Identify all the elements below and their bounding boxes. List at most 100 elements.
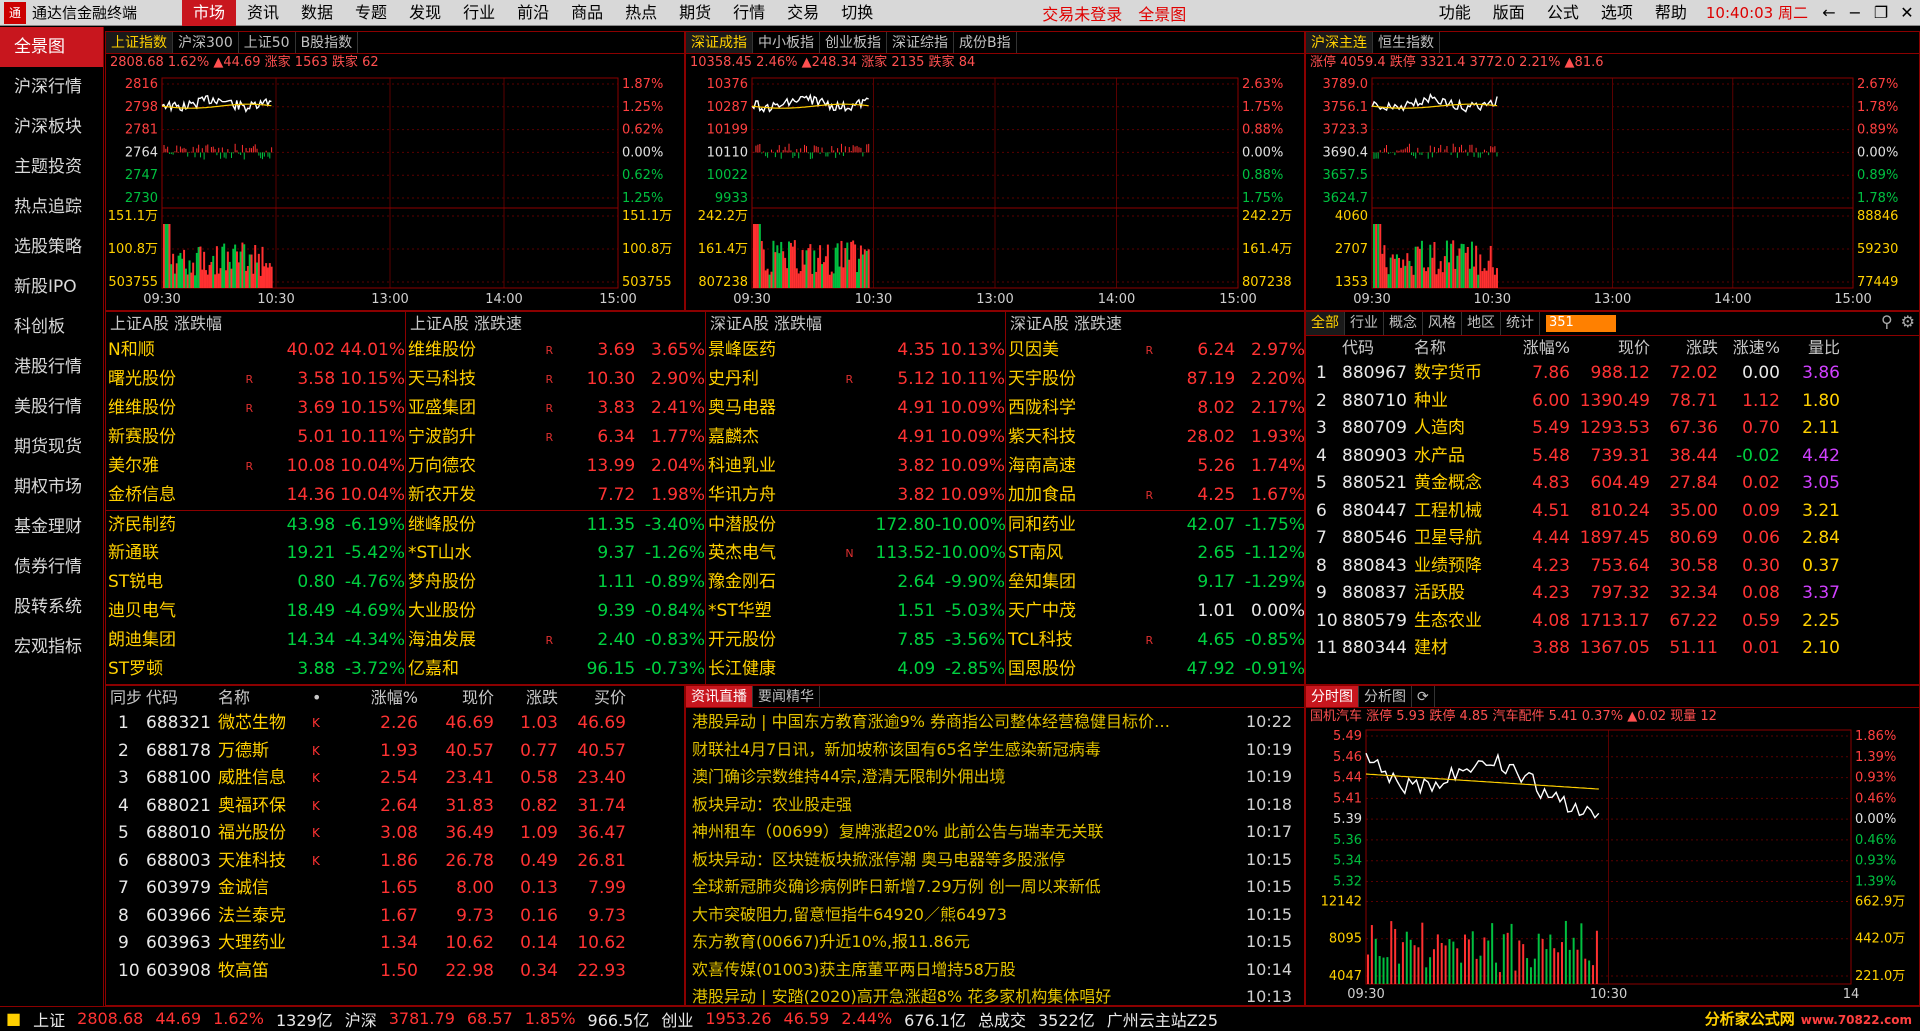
chart-tab-1[interactable]: 恒生指数 — [1373, 32, 1440, 53]
status-site[interactable]: 广州云主站Z25 — [1101, 1007, 1224, 1031]
back-icon[interactable]: ← — [1816, 3, 1842, 22]
chart-tab-3[interactable]: B股指数 — [296, 32, 359, 53]
sidebar-item-5[interactable]: 选股策略 — [0, 227, 103, 267]
sector-row[interactable]: 11 880344 建材 3.88 1367.05 51.11 0.01 2.10 — [1306, 635, 1919, 663]
stock-row[interactable]: 8 603966 法兰泰克 1.67 9.73 0.16 9.73 — [106, 903, 684, 931]
ranking-row[interactable]: 金桥信息 14.36 10.04% — [106, 481, 405, 510]
chart-tab-2[interactable]: 上证50 — [239, 32, 296, 53]
stock-name[interactable]: 维维股份 — [106, 394, 246, 423]
stock-name[interactable]: 亿嘉和 — [406, 655, 546, 684]
stock-name[interactable]: 天马科技 — [406, 365, 546, 394]
stock-header-7[interactable]: 买价 — [558, 686, 626, 710]
menu-item-1[interactable]: 资讯 — [236, 0, 290, 26]
chart-tab-3[interactable]: 深证综指 — [887, 32, 954, 53]
sidebar-item-0[interactable]: 全景图 — [0, 27, 103, 67]
ranking-row[interactable]: 海南高速 5.26 1.74% — [1006, 452, 1304, 481]
sidebar-item-15[interactable]: 宏观指标 — [0, 627, 103, 667]
stock-name[interactable]: 海油发展 — [406, 626, 546, 655]
sidebar-item-13[interactable]: 债券行情 — [0, 547, 103, 587]
news-headline[interactable]: 财联社4月7日讯，新加坡称该国有65名学生感染新冠病毒 — [686, 736, 1246, 764]
ranking-row[interactable]: 迪贝电气 18.49 -4.69% — [106, 597, 405, 626]
stock-name[interactable]: 亚盛集团 — [406, 394, 546, 423]
stock-name[interactable]: 史丹利 — [706, 365, 846, 394]
stock-name[interactable]: 长江健康 — [706, 655, 846, 684]
sector-row[interactable]: 5 880521 黄金概念 4.83 604.49 27.84 0.02 3.05 — [1306, 470, 1919, 498]
ranking-row[interactable]: 史丹利 R 5.12 10.11% — [706, 365, 1005, 394]
ranking-row[interactable]: 朗迪集团 14.34 -4.34% — [106, 626, 405, 655]
menu-item-10[interactable]: 行情 — [722, 0, 776, 26]
ranking-row[interactable]: 嘉麟杰 4.91 10.09% — [706, 423, 1005, 452]
ranking-row[interactable]: 济民制药 43.98 -6.19% — [106, 510, 405, 539]
menu-item-4[interactable]: 发现 — [398, 0, 452, 26]
mini-tab-1[interactable]: 分析图 — [1359, 686, 1412, 707]
menu-item-8[interactable]: 热点 — [614, 0, 668, 26]
sector-tab-4[interactable]: 地区 — [1462, 312, 1501, 335]
news-headline[interactable]: 东方教育(00667)升近10%,报11.86元 — [686, 928, 1246, 956]
news-item[interactable]: 大市突破阻力,留意恒指牛64920／熊64973 10:15 — [686, 901, 1304, 929]
stock-row[interactable]: 5 688010 福光股份 K 3.08 36.49 1.09 36.47 — [106, 820, 684, 848]
ranking-row[interactable]: 同和药业 42.07 -1.75% — [1006, 510, 1304, 539]
chart-tab-0[interactable]: 沪深主连 — [1306, 32, 1373, 53]
stock-name[interactable]: TCL科技 — [1006, 626, 1146, 655]
menu-item-2[interactable]: 数据 — [290, 0, 344, 26]
refresh-icon[interactable]: ⟳ — [1412, 686, 1435, 707]
sidebar-item-1[interactable]: 沪深行情 — [0, 67, 103, 107]
sidebar-item-8[interactable]: 港股行情 — [0, 347, 103, 387]
news-headline[interactable]: 神州租车（00699）复牌涨超20% 此前公告与瑞幸无关联 — [686, 818, 1246, 846]
stock-name[interactable]: 天广中茂 — [1006, 597, 1146, 626]
news-item[interactable]: 板块异动：农业股走强 10:18 — [686, 791, 1304, 819]
status-index-name[interactable]: 沪深 — [339, 1007, 383, 1031]
ranking-row[interactable]: N和顺 40.02 44.01% — [106, 336, 405, 365]
stock-name[interactable]: ST南风 — [1006, 539, 1146, 568]
ranking-row[interactable]: 维维股份 R 3.69 3.65% — [406, 336, 705, 365]
ranking-row[interactable]: 宁波韵升 R 6.34 1.77% — [406, 423, 705, 452]
sector-row[interactable]: 3 880709 人造肉 5.49 1293.53 67.36 0.70 2.11 — [1306, 415, 1919, 443]
restore-icon[interactable]: ❐ — [1868, 3, 1894, 22]
ranking-row[interactable]: ST南风 2.65 -1.12% — [1006, 539, 1304, 568]
stock-header-2[interactable]: 名称 — [218, 686, 312, 710]
stock-name[interactable]: 垒知集团 — [1006, 568, 1146, 597]
ranking-row[interactable]: 天马科技 R 10.30 2.90% — [406, 365, 705, 394]
stock-name[interactable]: 迪贝电气 — [106, 597, 246, 626]
sector-search-input[interactable]: 351 — [1546, 315, 1616, 332]
ranking-row[interactable]: 曙光股份 R 3.58 10.15% — [106, 365, 405, 394]
sector-header-2[interactable]: 名称 — [1414, 336, 1500, 360]
news-headline[interactable]: 大市突破阻力,留意恒指牛64920／熊64973 — [686, 901, 1246, 929]
ranking-row[interactable]: TCL科技 R 4.65 -0.85% — [1006, 626, 1304, 655]
stock-name[interactable]: 曙光股份 — [106, 365, 246, 394]
stock-header-4[interactable]: 涨幅% — [342, 686, 418, 710]
sector-row[interactable]: 1 880967 数字货币 7.86 988.12 72.02 0.00 3.86 — [1306, 360, 1919, 388]
ranking-row[interactable]: 开元股份 7.85 -3.56% — [706, 626, 1005, 655]
ranking-row[interactable]: 继峰股份 11.35 -3.40% — [406, 510, 705, 539]
stock-name[interactable]: 继峰股份 — [406, 511, 546, 539]
stock-name[interactable]: 国恩股份 — [1006, 655, 1146, 684]
ranking-row[interactable]: 美尔雅 R 10.08 10.04% — [106, 452, 405, 481]
chart-tab-1[interactable]: 沪深300 — [173, 32, 239, 53]
chart-tab-0[interactable]: 上证指数 — [106, 32, 173, 53]
stock-header-1[interactable]: 代码 — [146, 686, 218, 710]
stock-header-5[interactable]: 现价 — [418, 686, 494, 710]
sector-row[interactable]: 2 880710 种业 6.00 1390.49 78.71 1.12 1.80 — [1306, 388, 1919, 416]
stock-name[interactable]: 万向德农 — [406, 452, 546, 481]
sector-header-3[interactable]: 涨幅% — [1500, 336, 1570, 360]
news-headline[interactable]: 欢喜传媒(01003)获主席董平两日增持58万股 — [686, 956, 1246, 984]
stock-row[interactable]: 1 688321 微芯生物 K 2.26 46.69 1.03 46.69 — [106, 710, 684, 738]
ranking-row[interactable]: 加加食品 R 4.25 1.67% — [1006, 481, 1304, 510]
stock-name[interactable]: *ST山水 — [406, 539, 546, 568]
menu-item-5[interactable]: 行业 — [452, 0, 506, 26]
sidebar-item-2[interactable]: 沪深板块 — [0, 107, 103, 147]
news-tab-0[interactable]: 资讯直播 — [686, 686, 753, 707]
news-headline[interactable]: 板块异动：农业股走强 — [686, 791, 1246, 819]
sector-tab-2[interactable]: 概念 — [1384, 312, 1423, 335]
news-headline[interactable]: 港股异动 | 中国东方教育涨逾9% 券商指公司整体经营稳健目标价… — [686, 708, 1246, 736]
menu-item-0[interactable]: 市场 — [182, 0, 237, 26]
stock-name[interactable]: 美尔雅 — [106, 452, 246, 481]
news-item[interactable]: 东方教育(00667)升近10%,报11.86元 10:15 — [686, 928, 1304, 956]
stock-name[interactable]: 豫金刚石 — [706, 568, 846, 597]
stock-name[interactable]: 奥马电器 — [706, 394, 846, 423]
stock-name[interactable]: 同和药业 — [1006, 511, 1146, 539]
sidebar-item-7[interactable]: 科创板 — [0, 307, 103, 347]
ranking-row[interactable]: 大业股份 9.39 -0.84% — [406, 597, 705, 626]
stock-name[interactable]: 加加食品 — [1006, 481, 1146, 510]
stock-name[interactable]: 华讯方舟 — [706, 481, 846, 510]
